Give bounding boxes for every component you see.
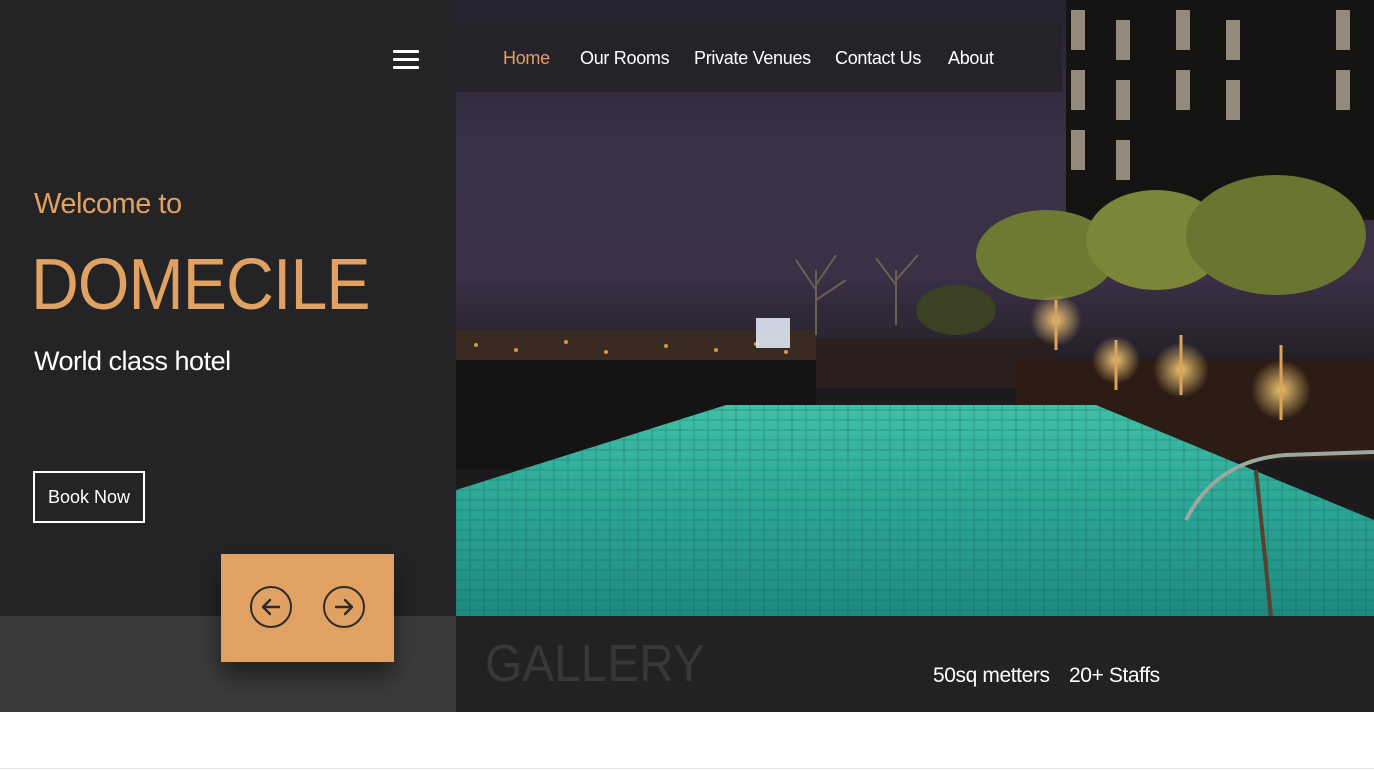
- nav-about[interactable]: About: [948, 48, 994, 69]
- gallery-heading[interactable]: GALLERY: [485, 634, 705, 694]
- nav-contact-us[interactable]: Contact Us: [835, 48, 921, 69]
- book-now-button[interactable]: Book Now: [33, 471, 145, 523]
- arrow-left-circle-icon[interactable]: [250, 586, 292, 628]
- stat-staff: 20+ Staffs: [1069, 664, 1160, 687]
- nav-home[interactable]: Home: [503, 48, 550, 69]
- stat-size: 50sq metters: [933, 664, 1050, 687]
- slider-controls: [221, 554, 394, 662]
- arrow-right-circle-icon[interactable]: [323, 586, 365, 628]
- page-divider: [0, 768, 1374, 769]
- tagline: World class hotel: [34, 346, 231, 376]
- brand-title: DOMECILE: [31, 245, 371, 325]
- main-nav: Home Our Rooms Private Venues Contact Us…: [456, 24, 1062, 92]
- hero-image: [456, 0, 1374, 616]
- hamburger-icon[interactable]: [393, 50, 419, 70]
- welcome-text: Welcome to: [34, 188, 182, 220]
- nav-private-venues[interactable]: Private Venues: [694, 48, 811, 69]
- pool-scene: [456, 0, 1374, 616]
- nav-our-rooms[interactable]: Our Rooms: [580, 48, 670, 69]
